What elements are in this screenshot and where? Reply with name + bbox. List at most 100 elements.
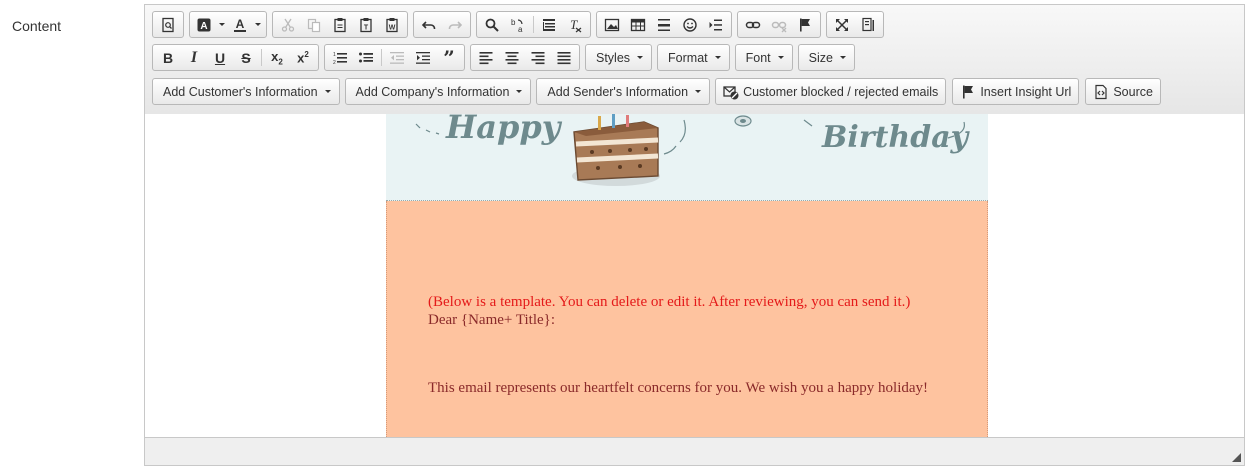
view-group [826,11,884,38]
underline-icon[interactable]: U [207,46,233,70]
blocked-emails-label: Customer blocked / rejected emails [743,84,939,99]
svg-text:W: W [389,24,396,31]
font-dropdown[interactable]: Font [734,44,793,71]
smiley-icon[interactable] [677,13,703,37]
chevron-down-icon [714,56,721,59]
copy-icon[interactable] [301,13,327,37]
paste-word-icon[interactable]: W [379,13,405,37]
email-body-card: (Below is a template. You can delete or … [386,201,988,438]
find-icon[interactable] [479,13,505,37]
history-group [413,11,471,38]
source-button[interactable]: Source [1085,78,1161,105]
unlink-icon[interactable] [766,13,792,37]
image-icon[interactable] [599,13,625,37]
size-dropdown-label: Size [808,50,833,65]
insert-insight-url-button[interactable]: Insert Insight Url [952,78,1080,105]
color-group: A A [189,11,267,38]
blocked-email-icon [723,84,739,100]
chevron-down-icon [637,56,644,59]
undo-icon[interactable] [416,13,442,37]
font-dropdown-label: Font [745,50,771,65]
svg-text:2: 2 [333,60,336,66]
flag-icon [960,84,976,100]
source-label: Source [1113,84,1153,99]
anchor-flag-icon[interactable] [792,13,818,37]
email-body-text: This email represents our heartfelt conc… [428,380,929,396]
table-icon[interactable] [625,13,651,37]
maximize-icon[interactable] [829,13,855,37]
align-left-icon[interactable] [473,46,499,70]
align-center-icon[interactable] [499,46,525,70]
insert-insight-url-label: Insert Insight Url [980,84,1072,99]
preview-icon[interactable] [155,13,181,37]
format-dropdown-label: Format [668,50,708,65]
add-company-info-label: Add Company's Information [355,84,510,99]
basic-styles-group: B I U S x2 x2 [152,44,319,71]
preview-group [152,11,184,38]
clipboard-group: T W [272,11,408,38]
svg-text:a: a [518,25,523,33]
resize-handle-icon[interactable] [1232,453,1241,462]
chevron-down-icon [777,56,784,59]
banner-happy-text: Happy [446,114,561,146]
show-blocks-icon[interactable] [855,13,881,37]
link-icon[interactable] [740,13,766,37]
edit-tools-group: ba T [476,11,591,38]
banner-birthday-text: Birthday [822,120,969,155]
paragraph-group: 12 ” [324,44,465,71]
add-customer-info-label: Add Customer's Information [163,84,318,99]
paste-text-icon[interactable]: T [353,13,379,37]
chevron-down-icon [839,56,846,59]
styles-dropdown-label: Styles [596,50,631,65]
align-group [470,44,580,71]
cut-icon[interactable] [275,13,301,37]
format-dropdown[interactable]: Format [657,44,730,71]
svg-text:1: 1 [333,52,336,58]
svg-text:T: T [570,17,578,32]
select-all-icon[interactable] [536,13,562,37]
chevron-down-icon [516,90,523,93]
italic-icon[interactable]: I [181,46,207,70]
editor-toolbar: A A T W b a T B I U S x2 x2 1 2 ” Styles… [145,5,1244,115]
blocked-emails-button[interactable]: Customer blocked / rejected emails [715,78,947,105]
justify-icon[interactable] [551,46,577,70]
size-dropdown[interactable]: Size [797,44,855,71]
svg-text:A: A [200,21,207,32]
blockquote-icon[interactable]: ” [436,46,462,70]
svg-text:b: b [511,18,516,27]
numbered-list-icon[interactable]: 12 [327,46,353,70]
svg-text:T: T [364,24,369,31]
subscript-icon[interactable]: x2 [264,46,290,70]
horizontal-line-icon[interactable] [651,13,677,37]
chevron-down-icon [324,90,331,93]
text-color-icon[interactable]: A [228,13,264,37]
indent-icon[interactable] [410,46,436,70]
styles-dropdown[interactable]: Styles [585,44,653,71]
greeting-text: Dear {Name+ Title}: [428,312,556,328]
chevron-down-icon [695,90,702,93]
birthday-banner-image: Happy Birthday [386,114,988,201]
insert-group [596,11,732,38]
remove-format-icon[interactable]: T [562,13,588,37]
editor-status-bar [145,437,1244,465]
superscript-icon[interactable]: x2 [290,46,316,70]
outdent-icon[interactable] [384,46,410,70]
rich-text-editor: A A T W b a T B I U S x2 x2 1 2 ” Styles… [144,4,1245,466]
paste-icon[interactable] [327,13,353,37]
strikethrough-icon[interactable]: S [233,46,259,70]
align-right-icon[interactable] [525,46,551,70]
background-color-icon[interactable]: A [192,13,228,37]
bulleted-list-icon[interactable] [353,46,379,70]
add-company-info-dropdown[interactable]: Add Company's Information [344,78,532,105]
redo-icon[interactable] [442,13,468,37]
editor-content-area[interactable]: Happy Birthday (Below is a template. You… [145,114,1244,438]
add-sender-info-dropdown[interactable]: Add Sender's Information [536,78,711,105]
template-note: (Below is a template. You can delete or … [428,294,911,310]
bold-icon[interactable]: B [155,46,181,70]
link-group [737,11,821,38]
add-customer-info-dropdown[interactable]: Add Customer's Information [152,78,340,105]
add-sender-info-label: Add Sender's Information [547,84,689,99]
page-break-icon[interactable] [703,13,729,37]
content-field-label: Content [12,18,62,34]
replace-icon[interactable]: ba [505,13,531,37]
